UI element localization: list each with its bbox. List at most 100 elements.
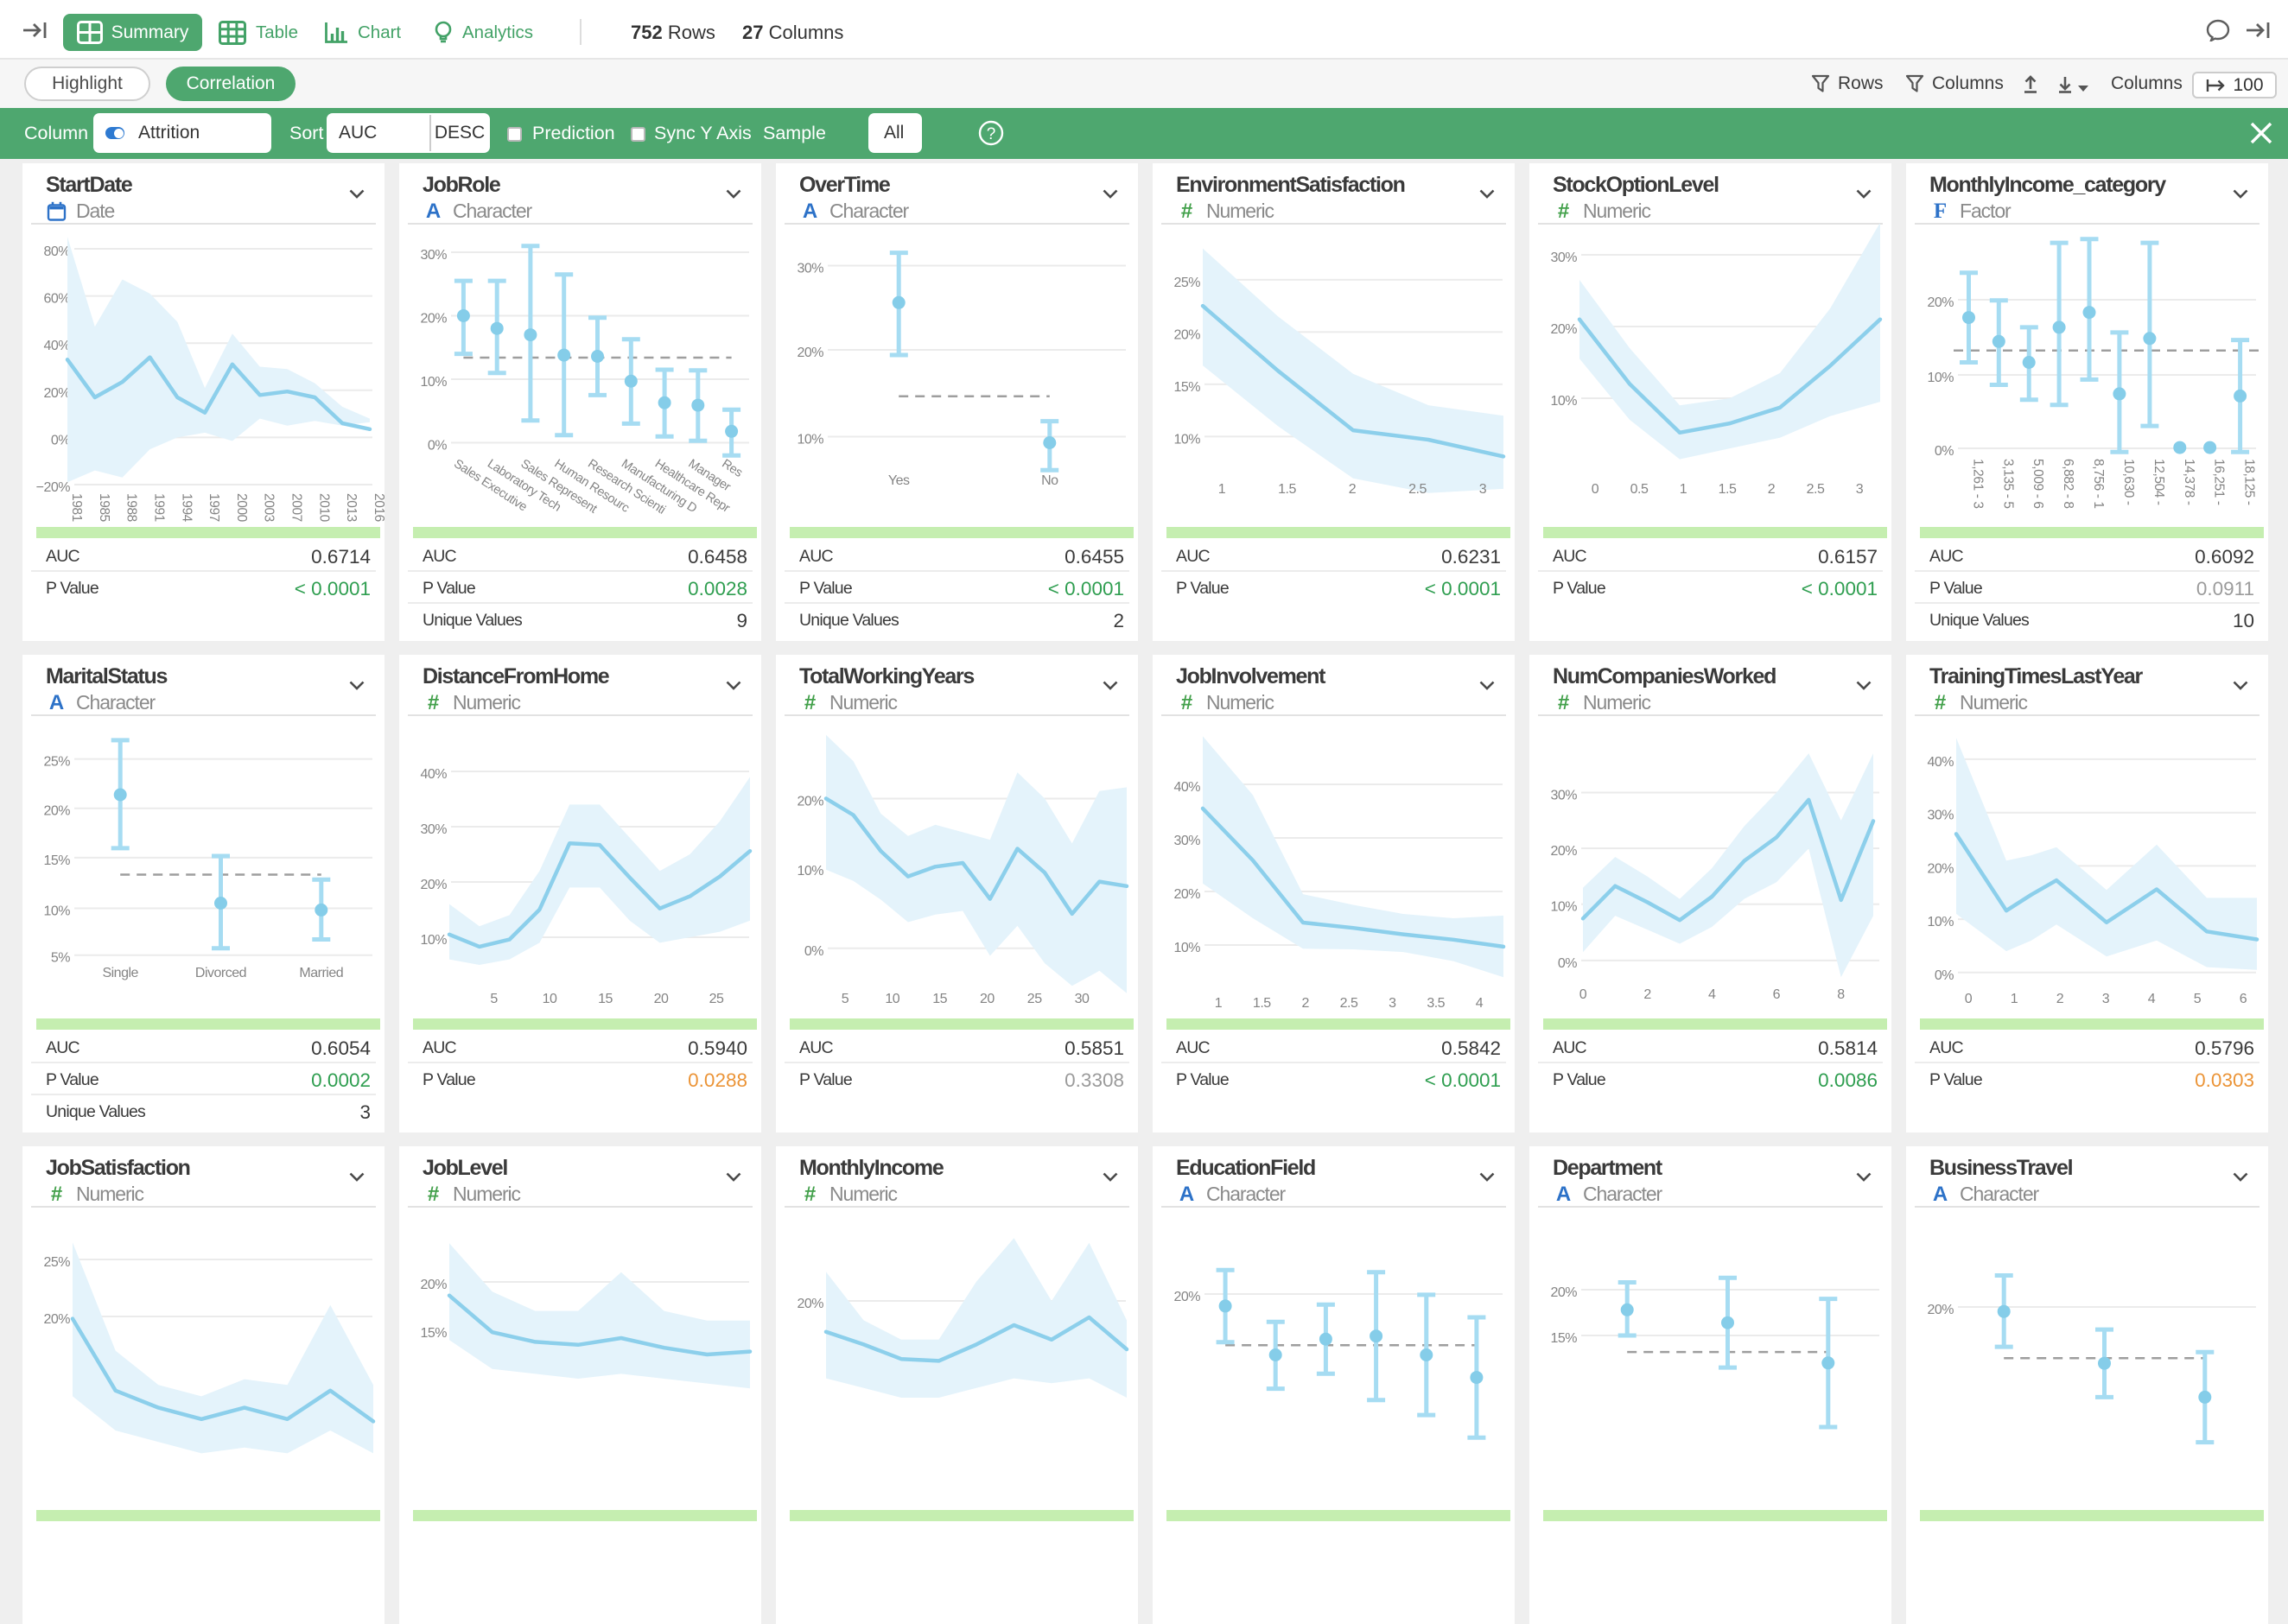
svg-text:Single: Single [102, 966, 138, 980]
svg-text:15: 15 [598, 992, 613, 1006]
svg-text:1997: 1997 [207, 493, 221, 522]
svg-text:10%: 10% [420, 375, 447, 390]
svg-text:10%: 10% [1173, 941, 1200, 955]
svg-text:5%: 5% [51, 951, 70, 966]
svg-text:25%: 25% [43, 1255, 70, 1270]
svg-text:2: 2 [2056, 992, 2064, 1006]
svg-text:25%: 25% [1173, 276, 1200, 290]
svg-text:6,882 - 8: 6,882 - 8 [2061, 459, 2075, 509]
svg-text:10%: 10% [1550, 394, 1577, 409]
svg-text:30%: 30% [420, 822, 447, 837]
svg-text:5: 5 [490, 992, 498, 1006]
svg-text:16,251 -: 16,251 - [2212, 459, 2227, 505]
svg-text:20%: 20% [1550, 322, 1577, 337]
svg-text:3: 3 [1479, 482, 1487, 497]
svg-text:15%: 15% [1173, 380, 1200, 395]
svg-text:25%: 25% [43, 755, 70, 770]
svg-text:4: 4 [1708, 987, 1716, 1002]
svg-text:30%: 30% [1550, 789, 1577, 803]
svg-text:10,630 -: 10,630 - [2121, 459, 2136, 505]
svg-text:1,261 - 3: 1,261 - 3 [1971, 459, 1986, 509]
svg-text:10%: 10% [43, 904, 70, 919]
svg-text:No: No [1041, 473, 1058, 488]
svg-text:20: 20 [654, 992, 669, 1006]
svg-text:80%: 80% [43, 244, 70, 259]
svg-text:−20%: −20% [36, 480, 71, 495]
svg-text:60%: 60% [43, 292, 70, 307]
svg-text:8: 8 [1837, 987, 1845, 1002]
svg-text:0: 0 [1579, 987, 1587, 1002]
svg-text:5,009 - 6: 5,009 - 6 [2031, 459, 2045, 509]
svg-text:2: 2 [1643, 987, 1651, 1002]
svg-text:1: 1 [1218, 482, 1226, 497]
svg-text:5: 5 [842, 992, 849, 1006]
svg-text:6: 6 [2240, 992, 2247, 1006]
svg-text:15%: 15% [43, 853, 70, 868]
svg-text:2: 2 [1349, 482, 1357, 497]
svg-text:30%: 30% [797, 262, 823, 276]
svg-text:0%: 0% [1935, 968, 1954, 983]
svg-text:4: 4 [1476, 996, 1484, 1011]
svg-text:30%: 30% [1550, 251, 1577, 265]
svg-text:20%: 20% [1550, 844, 1577, 859]
svg-text:2: 2 [1768, 482, 1776, 497]
svg-text:2.5: 2.5 [1807, 482, 1825, 497]
svg-text:10%: 10% [1550, 900, 1577, 915]
svg-text:20%: 20% [1927, 861, 1954, 876]
svg-text:3.5: 3.5 [1427, 996, 1445, 1011]
svg-text:2016: 2016 [372, 493, 385, 522]
svg-text:1994: 1994 [179, 493, 194, 523]
svg-text:Married: Married [299, 966, 343, 980]
svg-text:1.5: 1.5 [1253, 996, 1271, 1011]
svg-text:15%: 15% [1550, 1331, 1577, 1346]
svg-text:3: 3 [1389, 996, 1396, 1011]
svg-text:1985: 1985 [97, 493, 111, 522]
svg-text:10%: 10% [1927, 915, 1954, 929]
svg-text:10%: 10% [1173, 432, 1200, 447]
svg-text:20%: 20% [1173, 327, 1200, 342]
svg-text:Divorced: Divorced [195, 966, 246, 980]
svg-text:0%: 0% [428, 439, 447, 454]
svg-text:2: 2 [1301, 996, 1309, 1011]
svg-text:0%: 0% [804, 944, 823, 959]
svg-text:1.5: 1.5 [1719, 482, 1737, 497]
svg-text:1981: 1981 [69, 493, 84, 522]
svg-text:1: 1 [1680, 482, 1687, 497]
svg-text:10: 10 [885, 992, 899, 1006]
svg-text:0: 0 [1965, 992, 1973, 1006]
svg-text:Yes: Yes [888, 473, 910, 488]
svg-text:10: 10 [543, 992, 557, 1006]
svg-text:8,756 - 1: 8,756 - 1 [2091, 459, 2106, 509]
svg-text:20%: 20% [1927, 1303, 1954, 1317]
svg-text:10%: 10% [797, 433, 823, 447]
svg-text:0.5: 0.5 [1630, 482, 1649, 497]
svg-text:15%: 15% [420, 1326, 447, 1341]
svg-text:14,378 -: 14,378 - [2182, 459, 2196, 505]
svg-text:30%: 30% [1927, 809, 1954, 823]
svg-text:20%: 20% [420, 1278, 447, 1292]
svg-text:20%: 20% [420, 878, 447, 892]
svg-text:3: 3 [1856, 482, 1864, 497]
svg-text:20%: 20% [43, 1312, 70, 1327]
svg-text:20%: 20% [1550, 1285, 1577, 1300]
svg-text:10%: 10% [797, 864, 823, 879]
svg-text:1988: 1988 [124, 493, 139, 522]
svg-text:1991: 1991 [152, 493, 167, 522]
svg-text:30%: 30% [420, 248, 447, 263]
svg-text:0%: 0% [51, 433, 70, 447]
svg-text:20%: 20% [797, 346, 823, 360]
svg-text:20%: 20% [1173, 1290, 1200, 1304]
svg-text:25: 25 [709, 992, 724, 1006]
svg-text:0%: 0% [1558, 956, 1577, 971]
svg-text:20%: 20% [797, 795, 823, 809]
svg-text:0%: 0% [1935, 444, 1954, 459]
svg-text:2.5: 2.5 [1340, 996, 1358, 1011]
svg-text:2007: 2007 [289, 493, 304, 522]
svg-text:20: 20 [980, 992, 995, 1006]
svg-text:4: 4 [2148, 992, 2156, 1006]
svg-text:40%: 40% [1927, 755, 1954, 770]
svg-text:1: 1 [1215, 996, 1223, 1011]
svg-text:20%: 20% [1927, 295, 1954, 310]
svg-text:2003: 2003 [262, 493, 276, 522]
svg-text:5: 5 [2194, 992, 2202, 1006]
